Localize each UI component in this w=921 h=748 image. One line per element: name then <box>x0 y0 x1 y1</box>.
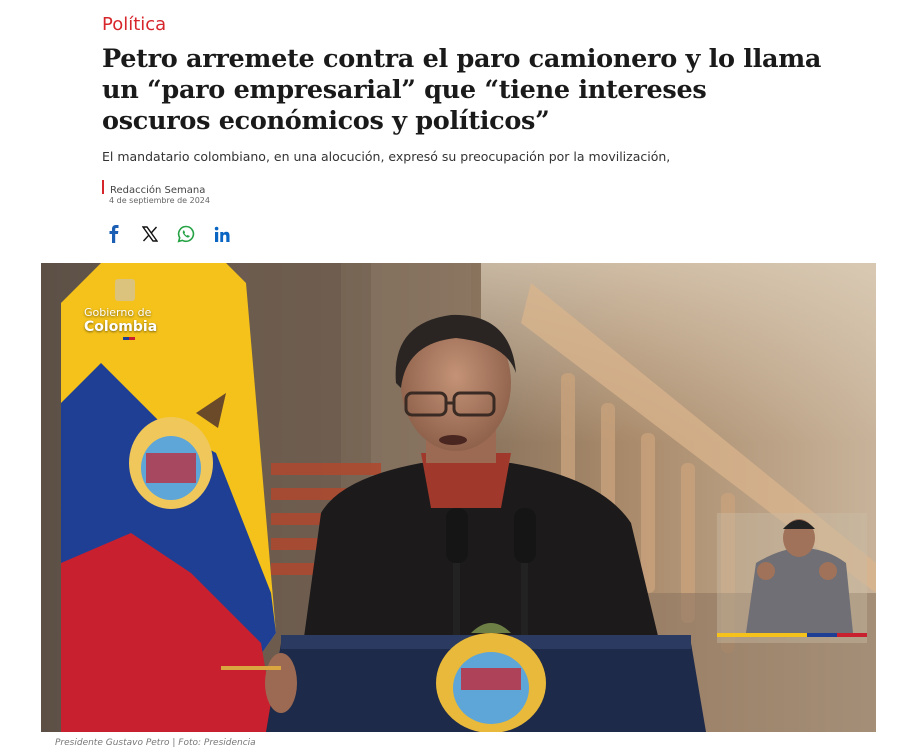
article-photo[interactable]: Gobierno de Colombia <box>41 263 876 732</box>
share-whatsapp-button[interactable] <box>176 223 196 245</box>
x-icon <box>142 226 158 242</box>
article-lead: El mandatario colombiano, en una alocuci… <box>102 149 671 164</box>
logo-line-1: Gobierno de <box>84 306 152 319</box>
publish-date: 4 de septiembre de 2024 <box>109 196 210 205</box>
share-linkedin-button[interactable] <box>212 223 232 245</box>
share-x-button[interactable] <box>140 223 160 245</box>
facebook-icon <box>109 225 119 243</box>
linkedin-icon <box>214 226 229 242</box>
photo-illustration <box>41 263 876 732</box>
logo-line-2: Colombia <box>84 319 158 335</box>
article-headline: Petro arremete contra el paro camionero … <box>102 44 822 136</box>
whatsapp-icon <box>177 225 195 243</box>
share-facebook-button[interactable] <box>104 223 124 245</box>
author-name[interactable]: Redacción Semana <box>110 185 205 196</box>
byline: Redacción Semana <box>102 180 205 196</box>
share-bar <box>104 223 232 245</box>
section-label[interactable]: Política <box>102 14 166 35</box>
gobierno-colombia-logo: Gobierno de Colombia <box>84 306 158 336</box>
